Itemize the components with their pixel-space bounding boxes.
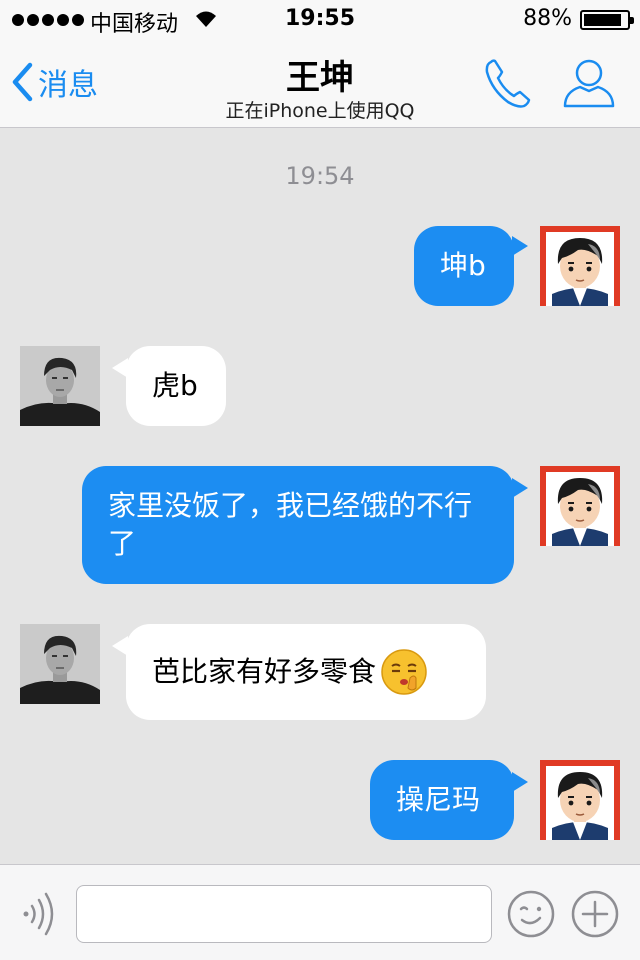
status-bar: 中国移动 19:55 88% (0, 0, 640, 40)
emoji-button[interactable] (506, 889, 556, 939)
battery-percent: 88% (523, 6, 572, 31)
message-text: 操尼玛 (396, 783, 481, 816)
outgoing-message-bubble[interactable]: 坤b (414, 226, 514, 306)
my-avatar[interactable] (540, 466, 620, 546)
battery-level (584, 14, 621, 26)
input-bar (0, 864, 640, 960)
outgoing-message-bubble[interactable]: 家里没饭了，我已经饿的不行了 (82, 466, 514, 584)
more-options-button[interactable] (570, 889, 620, 939)
voice-button[interactable] (16, 891, 62, 937)
message-text: 家里没饭了，我已经饿的不行了 (108, 489, 473, 560)
phone-icon (485, 59, 531, 108)
message-text: 芭比家有好多零食 (152, 655, 377, 688)
message-text: 虎b (152, 369, 198, 402)
message-input[interactable] (76, 885, 492, 943)
contact-profile-button[interactable] (560, 56, 618, 112)
person-icon (563, 59, 615, 108)
contact-name-title: 王坤 (286, 58, 354, 98)
call-button[interactable] (482, 56, 534, 112)
my-avatar[interactable] (540, 760, 620, 840)
message-text: 坤b (440, 249, 486, 282)
contact-status-subtitle: 正在iPhone上使用QQ (225, 100, 415, 122)
plus-icon (571, 890, 619, 938)
voice-icon (23, 892, 54, 936)
shush-emoji-icon (381, 649, 427, 695)
contact-avatar[interactable] (20, 624, 100, 704)
nav-bar: 消息 王坤 正在iPhone上使用QQ (0, 40, 640, 128)
my-avatar[interactable] (540, 226, 620, 306)
contact-avatar[interactable] (20, 346, 100, 426)
incoming-message-bubble[interactable]: 芭比家有好多零食 (126, 624, 486, 720)
outgoing-message-bubble[interactable]: 操尼玛 (370, 760, 514, 840)
incoming-message-bubble[interactable]: 虎b (126, 346, 226, 426)
chat-area[interactable]: 19:54 坤b 虎b 家里没饭了，我已经饿的不行了 芭比家有好多零食 操尼玛 (0, 128, 640, 864)
battery-icon (580, 10, 634, 30)
message-timestamp: 19:54 (285, 162, 355, 190)
emoji-icon (507, 890, 555, 938)
